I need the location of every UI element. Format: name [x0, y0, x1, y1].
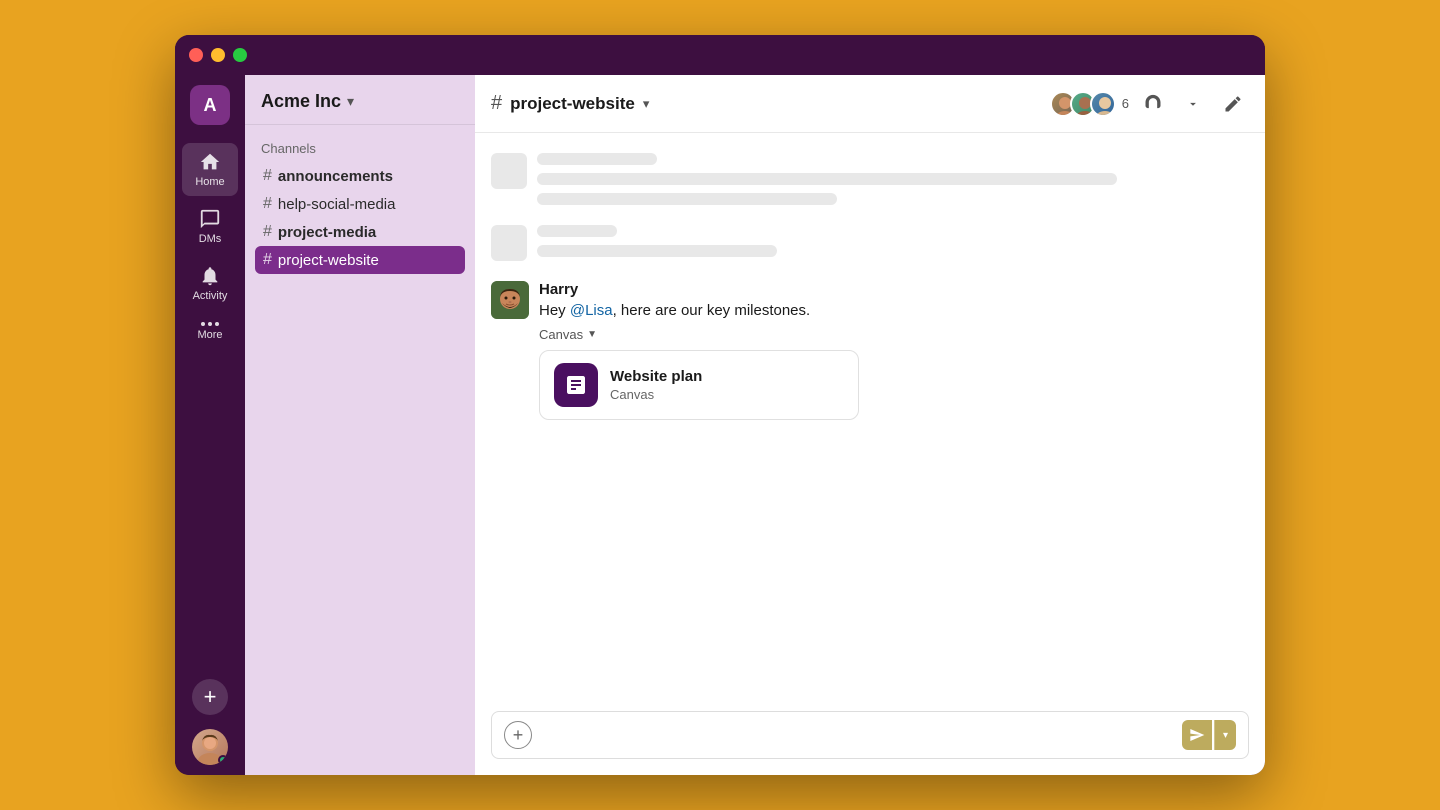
- channel-name-announcements: announcements: [278, 168, 393, 185]
- channels-section-label: Channels: [255, 141, 465, 156]
- avatar-stack: [1050, 91, 1116, 117]
- message-text-before: Hey: [539, 302, 570, 319]
- message-text-harry: Hey @Lisa, here are our key milestones.: [539, 300, 1249, 321]
- message-harry-body: Harry Hey @Lisa, here are our key milest…: [539, 281, 1249, 420]
- workspace-avatar[interactable]: A: [190, 85, 230, 125]
- member-avatar-3: [1090, 91, 1116, 117]
- send-icon: [1189, 727, 1205, 743]
- message-text-after: , here are our key milestones.: [613, 302, 811, 319]
- channel-name-project-website: project-website: [278, 252, 379, 269]
- message-sender-harry: Harry: [539, 281, 1249, 298]
- more-label: More: [197, 329, 222, 341]
- channel-header-name: project-website: [510, 94, 635, 114]
- sidebar-item-activity[interactable]: Activity: [182, 257, 238, 310]
- workspace-name: Acme Inc: [261, 91, 341, 112]
- attach-button[interactable]: +: [504, 721, 532, 749]
- skeleton-line-1b: [537, 173, 1117, 185]
- mention-lisa[interactable]: @Lisa: [570, 302, 613, 319]
- maximize-button[interactable]: [233, 48, 247, 62]
- home-label: Home: [195, 176, 224, 188]
- channel-header-chevron-icon: ▾: [643, 96, 650, 112]
- avatar3-face: [1092, 93, 1116, 117]
- skeleton-line-2b: [537, 245, 777, 257]
- channel-name-help-social-media: help-social-media: [278, 196, 396, 213]
- traffic-lights: [189, 48, 247, 62]
- header-down-chevron-icon: [1186, 97, 1200, 111]
- app-body: A Home DMs Activity: [175, 75, 1265, 775]
- skeleton-line-1c: [537, 193, 837, 205]
- headphones-icon: [1143, 94, 1163, 114]
- compose-icon: [1223, 94, 1243, 114]
- send-button[interactable]: [1182, 720, 1212, 750]
- channel-item-project-website[interactable]: # project-website: [255, 246, 465, 274]
- more-dots-icon: [201, 322, 219, 326]
- skeleton-line-1a: [537, 153, 657, 165]
- canvas-card[interactable]: Website plan Canvas: [539, 350, 859, 420]
- canvas-card-title: Website plan: [610, 368, 702, 385]
- icon-sidebar: A Home DMs Activity: [175, 75, 245, 775]
- hash-icon-help-social-media: #: [263, 195, 272, 213]
- activity-icon: [199, 265, 221, 287]
- activity-label: Activity: [193, 290, 228, 302]
- workspace-header[interactable]: Acme Inc ▾: [245, 75, 475, 125]
- canvas-document-icon: [564, 373, 588, 397]
- channel-sidebar: Acme Inc ▾ Channels # announcements # he…: [245, 75, 475, 775]
- skeleton-avatar-1: [491, 153, 527, 189]
- channel-item-project-media[interactable]: # project-media: [255, 218, 465, 246]
- skeleton-message-1: [491, 153, 1249, 205]
- canvas-caret-icon: ▼: [587, 329, 597, 340]
- harry-face-svg: [491, 281, 529, 319]
- add-workspace-button[interactable]: +: [192, 679, 228, 715]
- close-button[interactable]: [189, 48, 203, 62]
- channel-item-help-social-media[interactable]: # help-social-media: [255, 190, 465, 218]
- skeleton-line-2a: [537, 225, 617, 237]
- huddle-button[interactable]: [1137, 88, 1169, 120]
- header-chevron-button[interactable]: [1177, 88, 1209, 120]
- canvas-label-text: Canvas: [539, 327, 583, 342]
- skeleton-lines-2: [537, 225, 1249, 257]
- sidebar-item-dms[interactable]: DMs: [182, 200, 238, 253]
- skeleton-avatar-2: [491, 225, 527, 261]
- message-input[interactable]: [540, 727, 1174, 744]
- sidebar-item-more[interactable]: More: [182, 314, 238, 349]
- channel-header: # project-website ▾: [475, 75, 1265, 133]
- harry-avatar: [491, 281, 529, 319]
- hash-icon-announcements: #: [263, 167, 272, 185]
- dms-label: DMs: [199, 233, 222, 245]
- member-avatars[interactable]: 6: [1050, 91, 1129, 117]
- canvas-card-type: Canvas: [610, 387, 702, 402]
- sidebar-item-home[interactable]: Home: [182, 143, 238, 196]
- message-input-box: + ▾: [491, 711, 1249, 759]
- home-icon: [199, 151, 221, 173]
- skeleton-message-2: [491, 225, 1249, 261]
- canvas-label[interactable]: Canvas ▼: [539, 327, 1249, 342]
- send-button-group: ▾: [1182, 720, 1236, 750]
- minimize-button[interactable]: [211, 48, 225, 62]
- member-count: 6: [1122, 96, 1129, 111]
- hash-icon-project-website: #: [263, 251, 272, 269]
- canvas-card-icon: [554, 363, 598, 407]
- channels-section: Channels # announcements # help-social-m…: [245, 125, 475, 282]
- user-avatar[interactable]: [192, 729, 228, 765]
- titlebar: [175, 35, 1265, 75]
- compose-new-button[interactable]: [1217, 88, 1249, 120]
- user-status-online: [218, 755, 228, 765]
- message-input-area: + ▾: [475, 701, 1265, 775]
- main-content: # project-website ▾: [475, 75, 1265, 775]
- messages-area: Harry Hey @Lisa, here are our key milest…: [475, 133, 1265, 701]
- channel-item-announcements[interactable]: # announcements: [255, 162, 465, 190]
- send-options-button[interactable]: ▾: [1214, 720, 1236, 750]
- app-window: A Home DMs Activity: [175, 35, 1265, 775]
- dms-icon: [199, 208, 221, 230]
- message-harry: Harry Hey @Lisa, here are our key milest…: [491, 281, 1249, 420]
- hash-icon-project-media: #: [263, 223, 272, 241]
- channel-header-hash: #: [491, 92, 502, 115]
- skeleton-lines-1: [537, 153, 1249, 205]
- channel-name-project-media: project-media: [278, 224, 376, 241]
- canvas-card-info: Website plan Canvas: [610, 368, 702, 402]
- workspace-chevron-icon: ▾: [347, 93, 354, 110]
